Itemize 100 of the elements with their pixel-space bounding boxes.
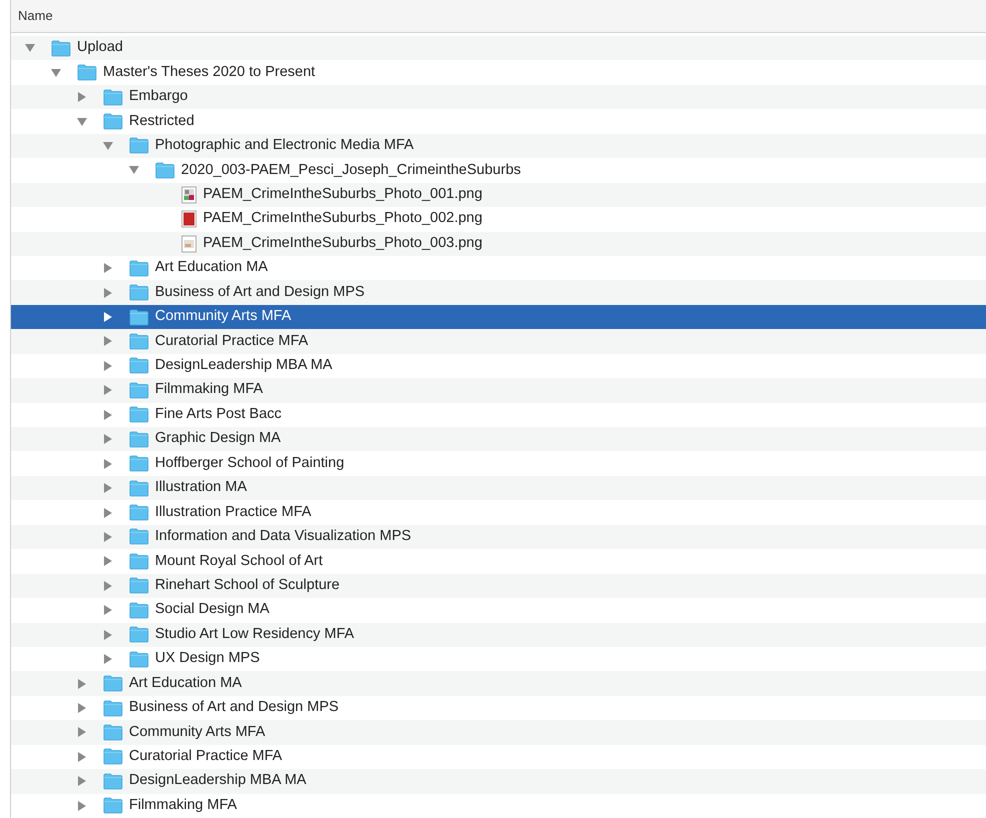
folder-icon — [129, 284, 149, 302]
expand-triangle-icon[interactable] — [77, 776, 87, 786]
folder-name: Mount Royal School of Art — [155, 552, 323, 571]
file-name: PAEM_CrimeIntheSuburbs_Photo_001.png — [203, 184, 482, 204]
tree-row[interactable]: Curatorial Practice MFA — [11, 329, 986, 354]
folder-name: Graphic Design MA — [155, 429, 281, 448]
file-name: PAEM_CrimeIntheSuburbs_Photo_002.png — [203, 209, 482, 228]
image-file-icon — [181, 186, 197, 204]
folder-name: Curatorial Practice MFA — [155, 332, 308, 351]
expand-triangle-icon[interactable] — [103, 580, 113, 591]
folder-name: Art Education MA — [129, 674, 242, 693]
expand-triangle-icon[interactable] — [103, 556, 113, 566]
collapse-triangle-icon[interactable] — [129, 165, 139, 176]
folder-name: Filmmaking MFA — [129, 796, 237, 815]
expand-triangle-icon[interactable] — [103, 532, 113, 542]
collapse-triangle-icon[interactable] — [77, 116, 87, 127]
tree-row[interactable]: Photographic and Electronic Media MFA — [11, 134, 986, 158]
expand-triangle-icon[interactable] — [77, 703, 87, 714]
tree-row[interactable]: Rinehart School of Sculpture — [11, 574, 986, 598]
tree-row[interactable]: Graphic Design MA — [11, 427, 986, 452]
folder-name: Information and Data Visualization MPS — [155, 527, 412, 546]
expand-triangle-icon[interactable] — [77, 800, 87, 811]
folder-icon — [129, 626, 149, 644]
folder-icon — [51, 40, 71, 57]
expand-triangle-icon[interactable] — [103, 263, 113, 274]
expand-triangle-icon[interactable] — [103, 360, 113, 371]
column-header[interactable]: Name — [11, 0, 986, 33]
expand-triangle-icon[interactable] — [103, 434, 113, 444]
image-file-icon — [181, 234, 197, 253]
folder-icon — [129, 504, 149, 522]
tree-row[interactable]: PAEM_CrimeIntheSuburbs_Photo_003.png — [11, 232, 986, 256]
folder-icon — [103, 88, 123, 106]
folder-name: Photographic and Electronic Media MFA — [155, 136, 414, 156]
folder-name: Art Education MA — [155, 258, 268, 278]
folder-icon — [129, 650, 149, 668]
folder-icon — [129, 528, 149, 546]
expand-triangle-icon[interactable] — [103, 336, 113, 346]
expand-triangle-icon[interactable] — [103, 458, 113, 469]
folder-name: 2020_003-PAEM_Pesci_Joseph_CrimeintheSuburbs — [181, 160, 521, 180]
expand-triangle-icon[interactable] — [103, 654, 113, 664]
expand-triangle-icon[interactable] — [77, 727, 87, 738]
tree-row[interactable]: Upload — [11, 36, 986, 60]
folder-icon — [103, 772, 123, 790]
expand-triangle-icon[interactable] — [103, 385, 113, 396]
folder-name: Upload — [77, 38, 123, 58]
folder-icon — [129, 455, 149, 472]
tree-row[interactable]: PAEM_CrimeIntheSuburbs_Photo_001.png — [11, 182, 986, 208]
tree-row[interactable]: DesignLeadership MBA MA — [11, 769, 986, 794]
tree-row[interactable]: Illustration MA — [11, 476, 986, 500]
tree-row[interactable]: Art Education MA — [11, 671, 986, 696]
folder-name: Fine Arts Post Bacc — [155, 404, 282, 424]
folder-icon — [103, 700, 123, 717]
folder-icon — [129, 602, 149, 619]
expand-triangle-icon[interactable] — [77, 752, 87, 762]
expand-triangle-icon[interactable] — [77, 678, 87, 689]
folder-name: UX Design MPS — [155, 649, 260, 668]
tree-row[interactable]: Embargo — [11, 84, 986, 110]
file-name: PAEM_CrimeIntheSuburbs_Photo_003.png — [203, 234, 482, 253]
folder-name: Community Arts MFA — [155, 307, 292, 326]
folder-name: Hoffberger School of Painting — [155, 454, 344, 473]
folder-name: Rinehart School of Sculpture — [155, 576, 340, 595]
expand-triangle-icon[interactable] — [103, 288, 113, 298]
tree-row[interactable]: Business of Art and Design MPS — [11, 280, 986, 305]
folder-name: DesignLeadership MBA MA — [129, 771, 306, 790]
folder-name: Studio Art Low Residency MFA — [155, 624, 354, 644]
expand-triangle-icon[interactable] — [103, 410, 113, 420]
expand-triangle-icon[interactable] — [77, 92, 87, 102]
folder-name: Community Arts MFA — [129, 722, 266, 742]
folder-name: Embargo — [129, 87, 188, 106]
folder-name: Curatorial Practice MFA — [129, 747, 282, 766]
collapse-triangle-icon[interactable] — [103, 140, 113, 151]
expand-triangle-icon[interactable] — [103, 312, 113, 322]
tree-row[interactable]: Studio Art Low Residency MFA — [11, 622, 986, 647]
folder-icon — [129, 332, 149, 350]
expand-triangle-icon[interactable] — [103, 508, 113, 518]
folder-icon — [103, 675, 123, 692]
image-file-icon — [181, 210, 197, 228]
folder-icon — [77, 64, 97, 82]
folder-name: Social Design MA — [155, 600, 270, 620]
folder-icon — [129, 260, 149, 277]
tree-row[interactable]: Community Arts MFA — [11, 304, 986, 330]
folder-name: Master's Theses 2020 to Present — [103, 62, 316, 82]
collapse-triangle-icon[interactable] — [51, 68, 61, 78]
expand-triangle-icon[interactable] — [103, 630, 113, 640]
folder-name: Illustration Practice MFA — [155, 502, 312, 522]
tree-row[interactable]: Information and Data Visualization MPS — [11, 524, 986, 550]
folder-icon — [103, 724, 123, 741]
folder-icon — [129, 577, 149, 594]
folder-icon — [129, 480, 149, 497]
expand-triangle-icon[interactable] — [103, 483, 113, 494]
tree-row[interactable]: Filmmaking MFA — [11, 378, 986, 403]
folder-icon — [129, 308, 149, 326]
folder-name: Business of Art and Design MPS — [155, 282, 365, 302]
tree-row[interactable]: Community Arts MFA — [11, 720, 986, 745]
folder-icon — [155, 162, 175, 179]
collapse-triangle-icon[interactable] — [25, 43, 35, 54]
expand-triangle-icon[interactable] — [103, 605, 113, 616]
folder-icon — [103, 797, 123, 814]
folder-name: Business of Art and Design MPS — [129, 698, 339, 718]
folder-icon — [129, 137, 149, 154]
